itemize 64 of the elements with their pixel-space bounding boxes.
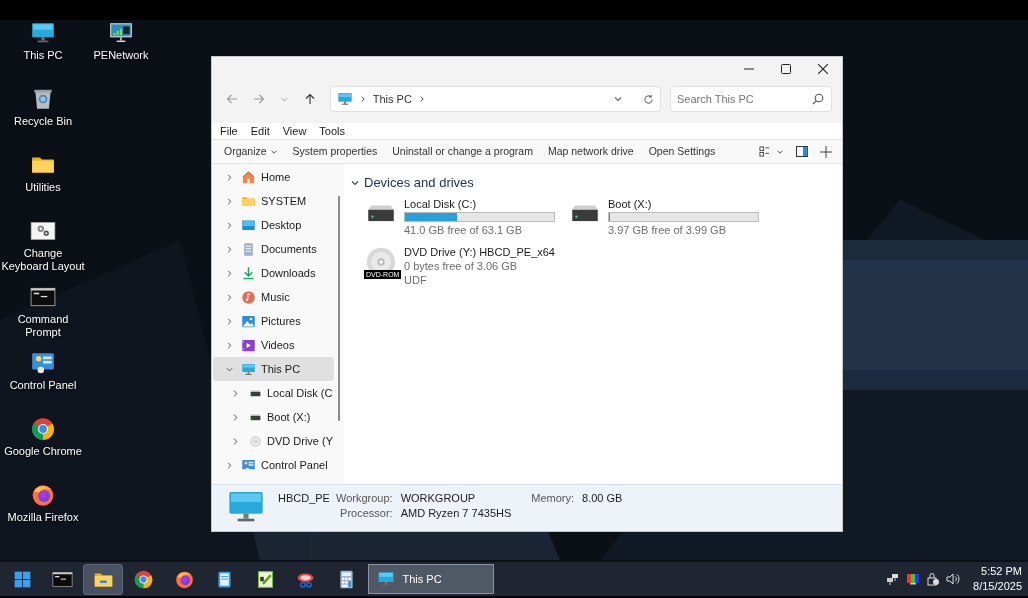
nav-item[interactable]: Control Panel [213, 453, 334, 477]
nav-item[interactable]: Documents [213, 237, 334, 261]
desktop-shortcut[interactable]: Command Prompt [0, 284, 86, 339]
taskbar-window-button[interactable]: This PC [367, 564, 494, 594]
nav-label: Local Disk (C [267, 385, 333, 401]
nav-label: DVD Drive (Y [267, 433, 333, 449]
property-value: AMD Ryzen 7 7435HS [400, 506, 512, 521]
nav-item[interactable]: Boot (X:) [213, 405, 334, 429]
desktop-shortcut[interactable]: Mozilla Firefox [0, 482, 86, 524]
nav-label: Downloads [261, 265, 316, 281]
command-button[interactable]: Organize [224, 143, 278, 160]
command-button[interactable]: Uninstall or change a program [392, 143, 533, 160]
address-bar[interactable]: This PC [329, 86, 661, 112]
menu-item[interactable]: Edit [250, 122, 270, 140]
property-label: Memory: [531, 491, 575, 506]
nav-label: Music [261, 289, 290, 305]
desktop-shortcut[interactable]: Control Panel [0, 350, 86, 392]
nav-label: SYSTEM [261, 193, 307, 209]
menu-item[interactable]: File [220, 122, 238, 140]
property-value: WORKGROUP [400, 491, 477, 506]
nav-item[interactable]: DVD Drive (Y [213, 429, 334, 453]
nav-item[interactable]: Videos [213, 333, 334, 357]
property-value: 8.00 GB [582, 491, 623, 506]
section-header: Devices and drives [364, 174, 474, 192]
nav-label: Documents [261, 241, 317, 257]
property-label: Workgroup: [335, 491, 393, 506]
nav-label: Pictures [261, 313, 301, 329]
desktop-shortcut[interactable]: Change Keyboard Layout [0, 218, 86, 273]
drive-tile[interactable]: Boot (X:) 3.97 GB free of 3.99 GB [568, 196, 772, 237]
nav-item[interactable]: Desktop [213, 213, 334, 237]
nav-item[interactable]: SYSTEM [213, 189, 334, 213]
nav-item[interactable]: Music [213, 285, 334, 309]
property-label: Processor: [339, 506, 393, 521]
desktop-shortcut[interactable]: Google Chrome [0, 416, 86, 458]
nav-label: Boot (X:) [267, 409, 311, 425]
nav-item[interactable]: This PC [213, 357, 334, 381]
menu-item[interactable]: View [282, 122, 307, 140]
menu-item[interactable]: Tools [319, 122, 346, 140]
file-system: UDF [404, 272, 428, 287]
free-space: 3.97 GB free of 3.99 GB [608, 222, 727, 237]
drive-name: Boot (X:) [608, 196, 653, 211]
nav-label: Control Panel [261, 457, 328, 473]
computer-name: HBCD_PE [278, 491, 330, 506]
command-button[interactable]: System properties [292, 143, 378, 160]
nav-item[interactable]: Pictures [213, 309, 334, 333]
command-button[interactable]: Map network drive [547, 143, 634, 160]
nav-label: Desktop [261, 217, 302, 233]
nav-item[interactable]: Downloads [213, 261, 334, 285]
nav-item[interactable]: Home [213, 165, 334, 189]
nav-label: This PC [261, 361, 301, 377]
command-button[interactable]: Open Settings [648, 143, 716, 160]
nav-label: Home [261, 169, 291, 185]
nav-item[interactable]: Local Disk (C [213, 381, 334, 405]
drive-tile[interactable]: Local Disk (C:) 41.0 GB free of 63.1 GB [364, 196, 568, 237]
drive-name: DVD Drive (Y:) HBCD_PE_x64 [404, 244, 555, 259]
free-space: 0 bytes free of 3.06 GB [404, 258, 519, 273]
clock[interactable]: 5:52 PM 8/15/2025 [973, 564, 1022, 594]
desktop-shortcut[interactable]: Utilities [0, 152, 86, 194]
breadcrumb[interactable]: This PC [372, 90, 412, 108]
desktop-shortcut[interactable]: Recycle Bin [0, 86, 86, 128]
nav-label: Videos [261, 337, 295, 353]
search-field[interactable]: Search This PC [670, 86, 832, 112]
drive-name: Local Disk (C:) [404, 196, 478, 211]
free-space: 41.0 GB free of 63.1 GB [404, 222, 523, 237]
